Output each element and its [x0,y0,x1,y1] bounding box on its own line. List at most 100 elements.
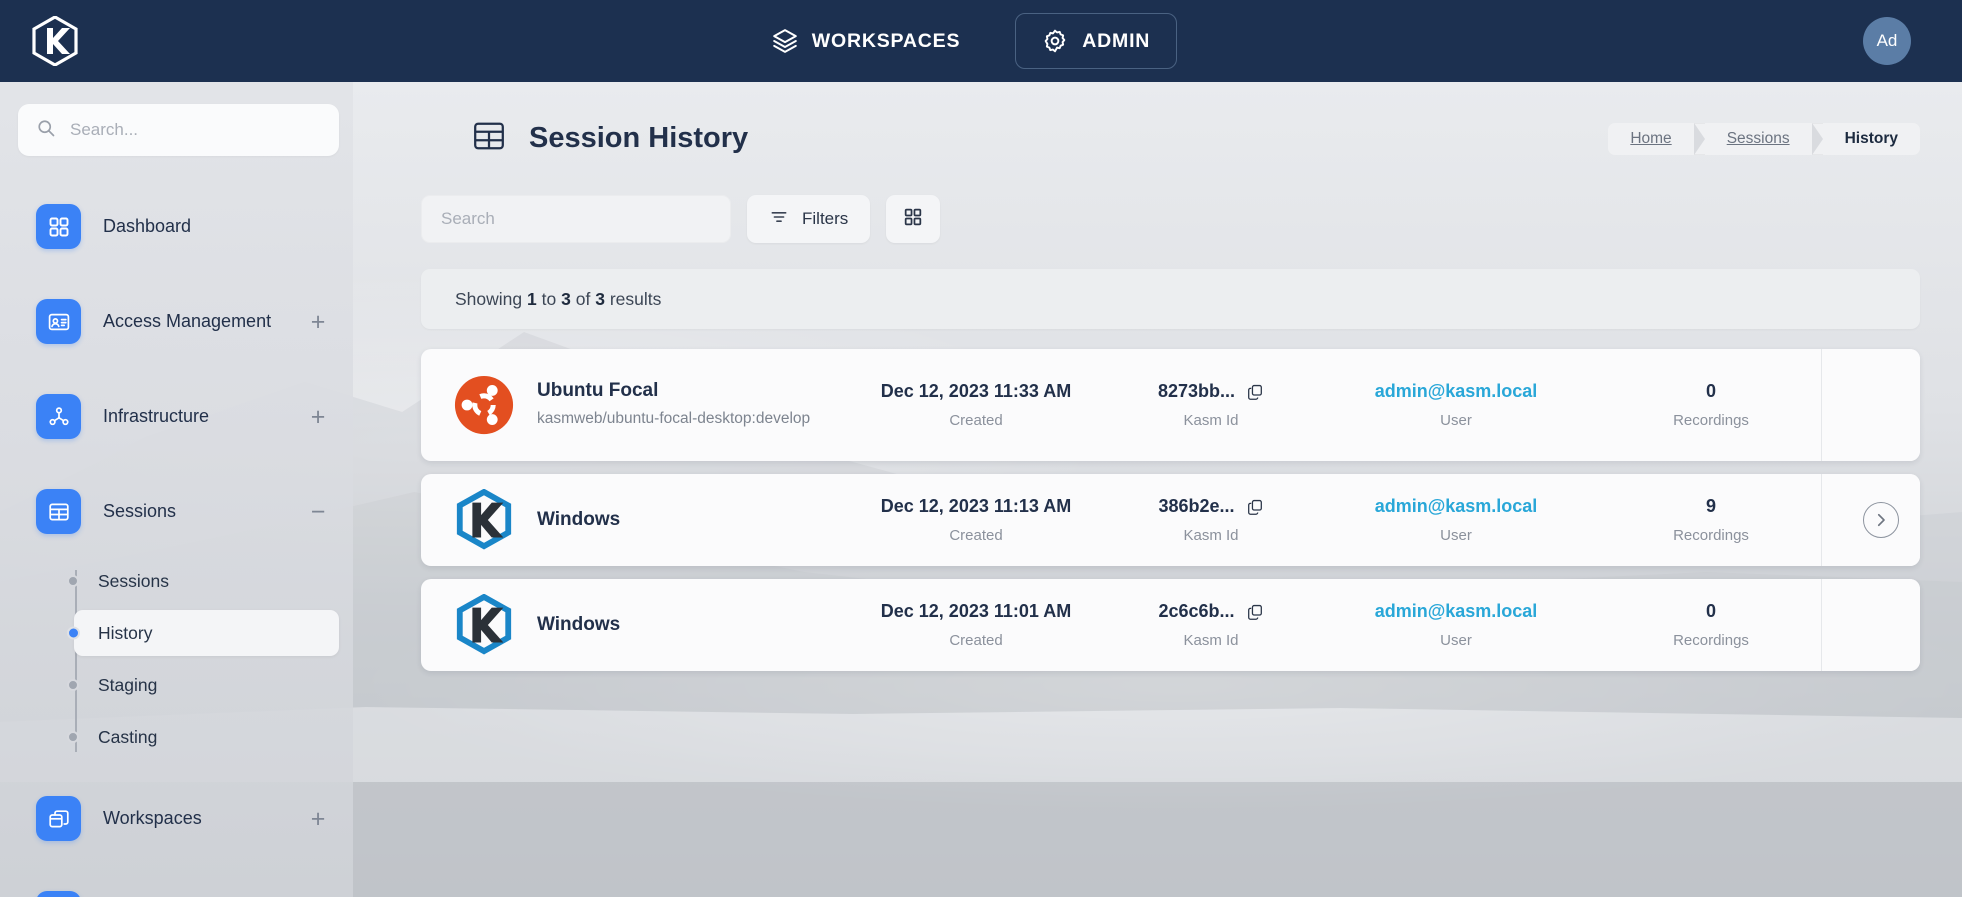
kasm-logo-icon [453,594,515,656]
copy-icon[interactable] [1246,383,1264,401]
results-to: 3 [561,289,571,310]
row-recordings-label: Recordings [1673,527,1749,544]
submenu-dot [67,731,79,743]
row-user-cell: admin@kasm.local User [1311,474,1601,566]
row-user-value[interactable]: admin@kasm.local [1375,496,1538,517]
row-kasm-id-value-group: 386b2e... [1158,496,1263,517]
kasm-logo-icon[interactable] [0,16,110,66]
sidebar-item-access-management[interactable]: Access Management + [18,287,339,356]
sidebar-item-infrastructure[interactable]: Infrastructure + [18,382,339,451]
row-image: kasmweb/ubuntu-focal-desktop:develop [537,409,810,430]
avatar[interactable]: Ad [1863,17,1911,65]
row-action-cell [1821,349,1920,461]
table-row[interactable]: Windows Dec 12, 2023 11:01 AM Created 2c… [421,579,1920,671]
table-toolbar: Filters [421,195,1920,243]
sidebar-workspaces-toggle[interactable]: + [307,812,329,826]
sidebar-subitem-staging-label: Staging [98,675,157,696]
table-search[interactable] [421,195,731,243]
row-kasm-id-value-group: 2c6c6b... [1158,601,1263,622]
page-title-group: Session History [471,118,748,159]
row-created-label: Created [949,527,1002,544]
sidebar-nav: Dashboard Access Manag [18,192,339,897]
page-title: Session History [529,122,748,155]
sidebar-access-management-toggle[interactable]: + [307,315,329,329]
top-navigation-bar: WORKSPACES ADMIN Ad [0,0,1962,82]
filters-button-label: Filters [802,209,848,229]
sidebar-item-dashboard[interactable]: Dashboard [18,192,339,261]
row-user-value[interactable]: admin@kasm.local [1375,381,1538,402]
row-name-cell: Windows [421,474,841,566]
session-history-table: Ubuntu Focal kasmweb/ubuntu-focal-deskto… [421,349,1920,671]
sidebar-sessions-toggle[interactable]: − [307,505,329,519]
sidebar-item-workspaces-label: Workspaces [103,808,285,829]
breadcrumb-history: History [1823,123,1920,155]
grid-squares-icon [36,204,81,249]
copy-icon[interactable] [1246,498,1264,516]
row-kasm-id-cell: 386b2e... Kasm Id [1111,474,1311,566]
top-nav-workspaces[interactable]: WORKSPACES [745,13,987,69]
row-user-value[interactable]: admin@kasm.local [1375,601,1538,622]
sidebar-item-dashboard-label: Dashboard [103,216,285,237]
row-name-text: Windows [537,509,620,531]
sidebar-item-sessions[interactable]: Sessions − [18,477,339,546]
sidebar-item-settings[interactable]: Settings + [18,879,339,897]
breadcrumb-home[interactable]: Home [1608,123,1693,155]
main-content: Session History Home Sessions History [353,82,1962,897]
sidebar-subitem-history-label: History [98,623,152,644]
filter-lines-icon [769,207,789,232]
chevron-right-icon[interactable] [1863,502,1899,538]
sidebar: Dashboard Access Manag [0,82,353,897]
layers-icon [772,28,798,54]
filters-button[interactable]: Filters [747,195,870,243]
row-user-cell: admin@kasm.local User [1311,349,1601,461]
sidebar-subitem-sessions[interactable]: Sessions [74,558,339,604]
page-header: Session History Home Sessions History [401,118,1920,159]
table-search-input[interactable] [441,209,711,229]
table-icon [471,118,507,159]
sidebar-sessions-submenu: Sessions History Staging Casting [18,558,339,766]
row-created-value: Dec 12, 2023 11:01 AM [881,601,1071,622]
row-recordings-value: 0 [1706,601,1716,622]
row-user-cell: admin@kasm.local User [1311,579,1601,671]
view-toggle-button[interactable] [886,195,940,243]
ubuntu-logo-icon [453,374,515,436]
sidebar-item-access-management-label: Access Management [103,311,285,332]
breadcrumb-sessions[interactable]: Sessions [1705,123,1812,155]
top-nav-admin[interactable]: ADMIN [1015,13,1177,69]
search-icon [36,118,56,143]
sidebar-subitem-history[interactable]: History [74,610,339,656]
row-kasm-id-value-group: 8273bb... [1158,381,1264,402]
top-nav-admin-label: ADMIN [1082,30,1150,53]
top-nav-workspaces-label: WORKSPACES [812,30,960,53]
sidebar-item-workspaces[interactable]: Workspaces + [18,784,339,853]
table-row[interactable]: Windows Dec 12, 2023 11:13 AM Created 38… [421,474,1920,566]
row-user-label: User [1440,632,1472,649]
row-user-label: User [1440,527,1472,544]
row-recordings-cell: 0 Recordings [1601,579,1821,671]
kasm-logo-icon [453,489,515,551]
row-created-cell: Dec 12, 2023 11:13 AM Created [841,474,1111,566]
sidebar-search[interactable] [18,104,339,156]
sidebar-subitem-casting[interactable]: Casting [74,714,339,760]
table-row[interactable]: Ubuntu Focal kasmweb/ubuntu-focal-deskto… [421,349,1920,461]
sidebar-search-input[interactable] [70,120,321,140]
row-action-cell [1821,474,1920,566]
sidebar-subitem-staging[interactable]: Staging [74,662,339,708]
row-name-cell: Windows [421,579,841,671]
row-recordings-cell: 9 Recordings [1601,474,1821,566]
row-action-cell [1821,579,1920,671]
avatar-container: Ad [1812,17,1962,65]
row-recordings-value: 9 [1706,496,1716,517]
row-created-label: Created [949,632,1002,649]
row-kasm-id-value: 8273bb... [1158,381,1235,402]
top-nav-items: WORKSPACES ADMIN [110,13,1812,69]
results-summary: Showing 1 to 3 of 3 results [421,269,1920,329]
submenu-dot [67,575,79,587]
sidebar-subitem-sessions-label: Sessions [98,571,169,592]
copy-icon[interactable] [1246,603,1264,621]
row-recordings-label: Recordings [1673,412,1749,429]
row-created-value: Dec 12, 2023 11:33 AM [881,381,1071,402]
results-suffix: results [610,289,662,310]
gear-icon [36,891,81,897]
sidebar-infrastructure-toggle[interactable]: + [307,410,329,424]
